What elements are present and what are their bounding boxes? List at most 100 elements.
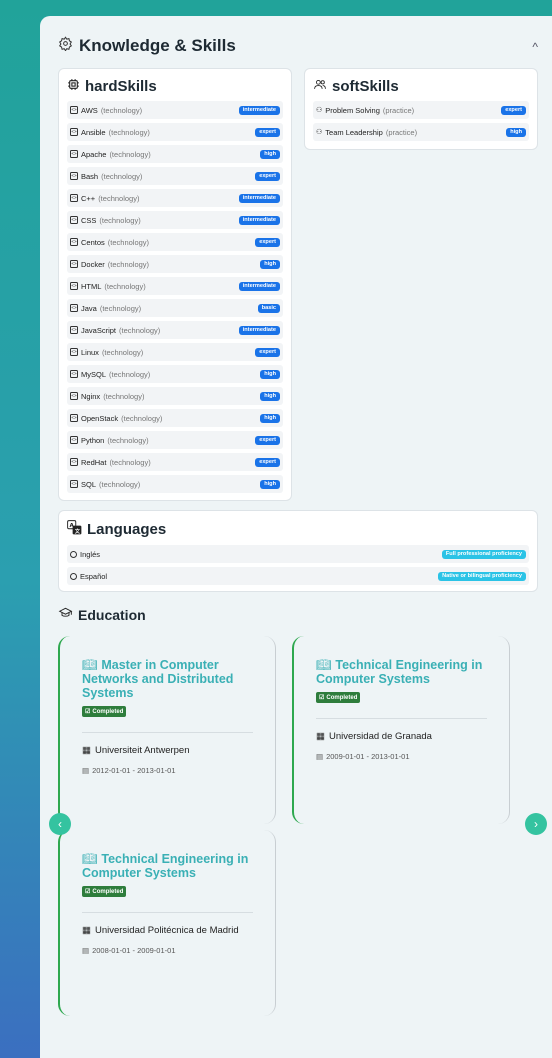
skill-level-badge: expert [255, 171, 280, 181]
person-icon: ⚇ [316, 129, 323, 136]
skill-row: <> Docker (technology) high [67, 255, 283, 273]
skill-row: ⚇ Team Leadership (practice) high [313, 123, 529, 141]
carousel-next-button[interactable]: › [525, 813, 547, 835]
language-name: Español [80, 571, 108, 581]
hardskills-list: <> AWS (technology) intermediate <> Ansible (t… [59, 101, 291, 493]
skill-name: Bash [81, 171, 99, 181]
degree-title: 📖︎ Technical Engineering in Computer Sys… [316, 658, 487, 686]
calendar-icon: ▤ [82, 946, 90, 955]
book-icon: 📖︎ [316, 658, 332, 672]
skill-name: Python [81, 435, 105, 445]
code-icon: <> [70, 282, 78, 290]
skill-category: (practice) [382, 105, 415, 115]
skill-row: <> Ansible (technology) expert [67, 123, 283, 141]
knowledge-header[interactable]: Knowledge & Skills [58, 36, 236, 56]
skill-row: <> Java (technology) basic [67, 299, 283, 317]
language-label: Inglés [70, 550, 100, 559]
degree-title: 📖︎ Master in Computer Networks and Distr… [82, 658, 253, 700]
person-icon: ⚇ [316, 107, 323, 114]
skill-category: (technology) [101, 347, 144, 357]
skill-level-badge: high [260, 369, 280, 379]
skill-level-badge: high [260, 259, 280, 269]
skill-label: <> Ansible (technology) [70, 128, 150, 137]
skill-name: Ansible [81, 127, 106, 137]
softskills-title: softSkills [332, 78, 399, 95]
status-badge: ☑ Completed [82, 706, 127, 717]
skill-category: (technology) [107, 237, 150, 247]
code-icon: <> [70, 480, 78, 488]
skill-row: <> Centos (technology) expert [67, 233, 283, 251]
skill-level-badge: intermediate [238, 105, 280, 115]
carousel-prev-button[interactable]: ‹ [49, 813, 71, 835]
softskills-card: softSkills ⚇ Problem Solving (practice) exp… [304, 68, 538, 150]
skill-category: (technology) [119, 325, 161, 335]
code-icon: <> [70, 238, 78, 246]
language-level-badge: Full professional proficiency [441, 549, 526, 559]
code-icon: <> [70, 370, 78, 378]
main-panel: Knowledge & Skills ^ hardSkills <> AWS (te… [40, 16, 552, 1058]
skill-category: (technology) [99, 303, 142, 313]
skill-name: Centos [81, 237, 105, 247]
skill-label: <> OpenStack (technology) [70, 414, 162, 423]
date-range: ▤ 2012-01-01 - 2013-01-01 [82, 766, 253, 775]
skill-label: <> C++ (technology) [70, 194, 139, 203]
skill-category: (technology) [103, 391, 145, 401]
building-icon: ▦ [82, 745, 91, 756]
skill-row: <> HTML (technology) intermediate [67, 277, 283, 295]
code-icon: <> [70, 172, 78, 180]
skill-level-badge: expert [255, 435, 280, 445]
skill-label: <> JavaScript (technology) [70, 326, 160, 335]
status-badge: ☑ Completed [82, 886, 127, 897]
hardskills-header: hardSkills [59, 69, 291, 101]
skill-level-badge: expert [255, 347, 280, 357]
code-icon: <> [70, 458, 78, 466]
skill-level-badge: intermediate [238, 325, 280, 335]
book-icon: 📖︎ [82, 658, 98, 672]
skill-category: (technology) [109, 369, 151, 379]
gear-icon [58, 36, 73, 56]
skill-level-badge: intermediate [238, 215, 280, 225]
degree-name: Technical Engineering in Computer System… [316, 658, 483, 686]
skill-label: <> MySQL (technology) [70, 370, 150, 379]
education-header: Education [58, 606, 146, 623]
skill-level-badge: intermediate [238, 281, 280, 291]
degree-name: Master in Computer Networks and Distribu… [82, 658, 234, 700]
institution: ▦ Universidad de Granada [316, 731, 487, 742]
code-icon: <> [70, 260, 78, 268]
institution: ▦ Universiteit Antwerpen [82, 745, 253, 756]
skill-level-badge: basic [257, 303, 280, 313]
skill-name: Apache [81, 149, 107, 159]
skill-label: <> Centos (technology) [70, 238, 149, 247]
date-text: 2008-01-01 - 2009-01-01 [92, 946, 176, 955]
collapse-chevron-icon[interactable]: ^ [532, 40, 538, 54]
skill-name: Java [81, 303, 97, 313]
date-text: 2012-01-01 - 2013-01-01 [92, 766, 176, 775]
status-text: Completed [326, 694, 358, 701]
institution-name: Universiteit Antwerpen [94, 745, 190, 756]
language-label: Español [70, 572, 107, 581]
building-icon: ▦ [316, 731, 325, 742]
education-title: Education [78, 606, 146, 623]
skill-label: <> CSS (technology) [70, 216, 141, 225]
skill-name: JavaScript [81, 325, 117, 335]
languages-card: A文 Languages Inglés Full professional pro… [58, 510, 538, 592]
date-text: 2009-01-01 - 2013-01-01 [326, 752, 410, 761]
skill-name: SQL [81, 479, 97, 489]
skill-row: <> JavaScript (technology) intermediate [67, 321, 283, 339]
languages-list: Inglés Full professional proficiency Españ… [59, 545, 537, 585]
skill-name: C++ [81, 193, 96, 203]
skill-level-badge: expert [501, 105, 526, 115]
divider [316, 718, 487, 719]
hardskills-card: hardSkills <> AWS (technology) intermediate… [58, 68, 292, 501]
divider [82, 912, 253, 913]
skill-level-badge: expert [255, 457, 280, 467]
skill-row: <> OpenStack (technology) high [67, 409, 283, 427]
status-text: Completed [92, 888, 124, 895]
language-name: Inglés [80, 549, 101, 559]
skill-category: (technology) [107, 435, 149, 445]
skill-category: (technology) [99, 215, 141, 225]
check-circle-icon: ☑ [85, 709, 91, 715]
svg-text:A: A [70, 523, 75, 529]
language-row: Inglés Full professional proficiency [67, 545, 529, 563]
languages-header: A文 Languages [59, 511, 537, 545]
